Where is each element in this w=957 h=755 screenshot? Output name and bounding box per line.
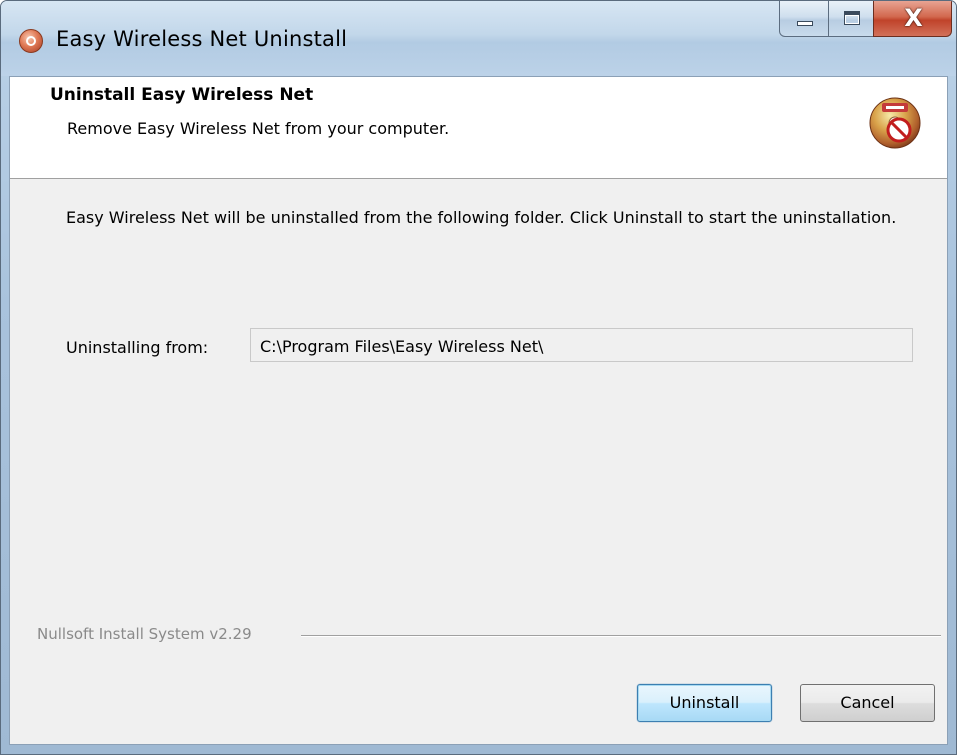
minimize-icon [797,21,813,26]
window-title: Easy Wireless Net Uninstall [56,27,348,51]
page-subtitle: Remove Easy Wireless Net from your compu… [67,119,450,138]
footer-divider [301,635,941,637]
cd-uninstall-icon [869,97,921,149]
uninstall-button[interactable]: Uninstall [637,684,772,722]
dialog-client-area: Uninstall Easy Wireless Net Remove Easy … [9,76,948,745]
uninstall-folder-field[interactable]: C:\Program Files\Easy Wireless Net\ [250,328,913,362]
close-button[interactable]: X [873,1,952,37]
minimize-button[interactable] [779,1,829,37]
uninstall-description: Easy Wireless Net will be uninstalled fr… [66,208,897,227]
close-icon: X [904,4,923,32]
uninstall-from-label: Uninstalling from: [66,338,209,357]
uninstall-window: Easy Wireless Net Uninstall X Uninstall … [0,0,957,755]
nsis-branding-text: Nullsoft Install System v2.29 [37,625,252,643]
header-band: Uninstall Easy Wireless Net Remove Easy … [10,77,947,179]
caption-buttons: X [779,1,952,39]
page-title: Uninstall Easy Wireless Net [50,85,314,105]
maximize-icon [844,11,860,25]
uninstaller-app-icon[interactable] [19,29,43,53]
cancel-button[interactable]: Cancel [800,684,935,722]
title-bar[interactable]: Easy Wireless Net Uninstall X [1,1,956,76]
maximize-button[interactable] [828,1,874,37]
